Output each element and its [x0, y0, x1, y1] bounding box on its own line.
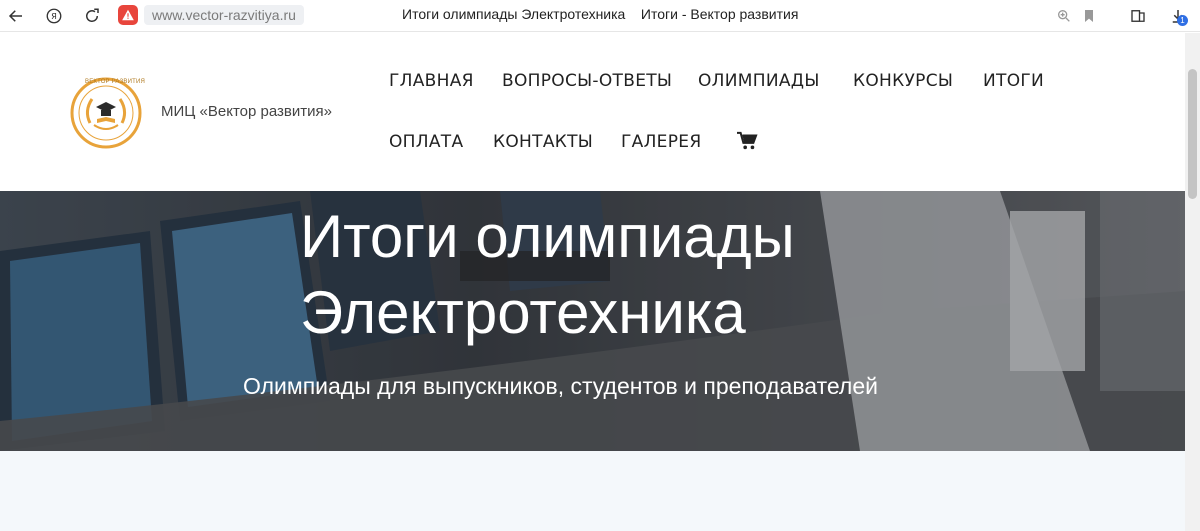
warning-icon[interactable] [118, 5, 138, 25]
hero-subtitle: Олимпиады для выпускников, студентов и п… [243, 373, 878, 399]
site-logo[interactable] [70, 77, 142, 149]
hero-banner: Итоги олимпиады Электротехника Олимпиады… [0, 191, 1185, 451]
brand-name[interactable]: МИЦ «Вектор развития» [161, 103, 332, 120]
menu-item-contests[interactable]: Конкурсы [853, 71, 953, 91]
menu-item-gallery[interactable]: Галерея [621, 132, 701, 152]
yandex-icon[interactable]: Я [42, 4, 66, 28]
svg-text:Я: Я [51, 11, 57, 21]
bookmark-icon[interactable] [1077, 4, 1101, 28]
scrollbar-thumb[interactable] [1188, 69, 1197, 199]
content-area [0, 451, 1185, 531]
menu-item-olympiads[interactable]: Олимпиады [698, 71, 820, 91]
page-scrollbar[interactable] [1185, 33, 1200, 531]
logo-text: ВЕКТОР РАЗВИТИЯ [85, 79, 146, 85]
url-text[interactable]: www.vector-razvitiya.ru [144, 5, 304, 25]
menu-item-payment[interactable]: Оплата [389, 132, 463, 152]
menu-item-home[interactable]: Главная [389, 71, 474, 91]
site-header: ВЕКТОР РАЗВИТИЯ МИЦ «Вектор развития» Гл… [0, 33, 1185, 191]
browser-toolbar: Я www.vector-razvitiya.ru Итоги олимпиад… [0, 0, 1200, 32]
zoom-icon[interactable] [1052, 4, 1076, 28]
menu-item-contacts[interactable]: Контакты [493, 132, 593, 152]
back-arrow-icon[interactable] [4, 4, 28, 28]
menu-item-results[interactable]: Итоги [983, 71, 1044, 91]
hero-title: Итоги олимпиады Электротехника [300, 203, 795, 346]
menu-item-faq[interactable]: Вопросы-ответы [502, 71, 672, 91]
download-count-badge: 1 [1177, 15, 1188, 26]
collections-icon[interactable] [1126, 4, 1150, 28]
page-title-bar: Итоги олимпиады Электротехника Итоги - В… [402, 6, 799, 22]
reload-icon[interactable] [80, 4, 104, 28]
download-icon[interactable]: 1 [1166, 4, 1190, 28]
cart-icon[interactable] [736, 131, 758, 151]
address-bar[interactable]: www.vector-razvitiya.ru [118, 4, 304, 26]
